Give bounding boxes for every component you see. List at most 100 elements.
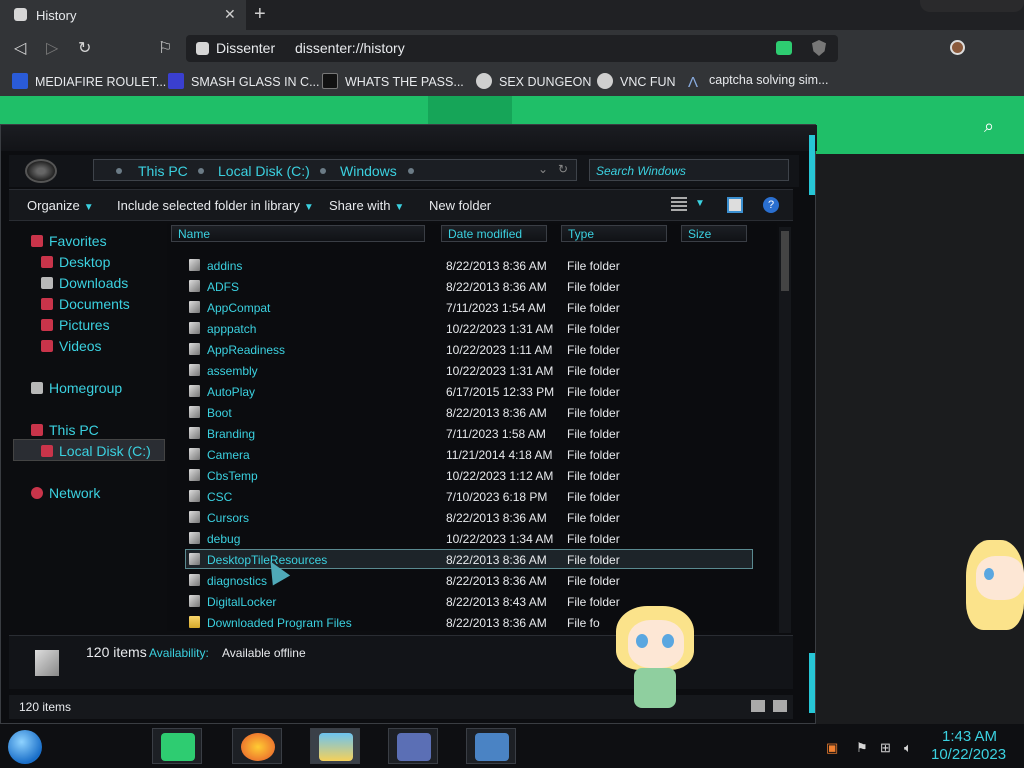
taskbar-app-two[interactable] xyxy=(466,728,516,764)
file-date-modified: 7/11/2023 1:58 AM xyxy=(446,427,546,441)
breadcrumb-separator-icon xyxy=(116,168,122,174)
avatar[interactable] xyxy=(950,40,965,55)
forward-icon[interactable]: ▷ xyxy=(46,38,58,58)
organize-button[interactable]: Organize ▼ xyxy=(27,198,94,213)
site-icon xyxy=(196,42,209,55)
reload-icon[interactable]: ↻ xyxy=(78,38,91,58)
taskbar-firefox[interactable] xyxy=(232,728,282,764)
navigation-bar: ◁ ▷ ↻ ⚐ Dissenter dissenter://history ☰ xyxy=(0,30,1024,87)
back-orb-icon[interactable] xyxy=(25,159,57,183)
nav-homegroup[interactable]: Homegroup xyxy=(31,380,122,396)
dissenter-extension-icon[interactable] xyxy=(776,41,792,55)
nav-local-disk[interactable]: Local Disk (C:) xyxy=(41,443,151,459)
file-type: File fo xyxy=(567,616,600,630)
explorer-address-bar[interactable]: This PC Local Disk (C:) Windows ⌄ ↻ xyxy=(93,159,577,181)
history-favicon-icon xyxy=(14,8,27,21)
table-row[interactable]: diagnostics 8/22/2013 8:36 AM File folder xyxy=(167,570,777,591)
table-row[interactable]: CbsTemp 10/22/2023 1:12 AM File folder xyxy=(167,465,777,486)
clock-date[interactable]: 10/22/2023 xyxy=(931,746,1006,763)
file-name: diagnostics xyxy=(207,574,268,588)
bookmark-mediafire[interactable]: MEDIAFIRE ROULET... xyxy=(12,73,166,89)
shield-icon[interactable] xyxy=(812,40,826,56)
nav-favorites[interactable]: Favorites xyxy=(31,233,107,249)
address-bar[interactable]: Dissenter dissenter://history xyxy=(186,35,838,62)
nav-network[interactable]: Network xyxy=(31,485,100,501)
file-name: ADFS xyxy=(207,280,240,294)
tab-history[interactable]: History ✕ xyxy=(0,0,246,30)
table-row[interactable]: ADFS 8/22/2013 8:36 AM File folder xyxy=(167,276,777,297)
details-view-icon[interactable] xyxy=(751,700,765,712)
help-icon[interactable]: ? xyxy=(763,197,779,213)
new-folder-button[interactable]: New folder xyxy=(429,198,491,213)
nav-downloads[interactable]: Downloads xyxy=(41,275,128,291)
table-row[interactable]: Boot 8/22/2013 8:36 AM File folder xyxy=(167,402,777,423)
column-size[interactable]: Size xyxy=(681,225,747,242)
table-row[interactable]: DesktopTileResources 8/22/2013 8:36 AM Fil… xyxy=(167,549,777,570)
breadcrumb-this-pc[interactable]: This PC xyxy=(138,163,188,179)
nav-documents[interactable]: Documents xyxy=(41,296,130,312)
taskbar-explorer[interactable] xyxy=(310,728,360,764)
scroll-thumb[interactable] xyxy=(781,231,789,291)
tab-bar: History ✕ + xyxy=(0,0,1024,30)
table-row[interactable]: AutoPlay 6/17/2015 12:33 PM File folder xyxy=(167,381,777,402)
clock-time[interactable]: 1:43 AM xyxy=(942,728,997,745)
bookmarks-bar: MEDIAFIRE ROULET... SMASH GLASS IN C... … xyxy=(0,66,1024,96)
bookmark-captcha[interactable]: Λcaptcha solving sim... xyxy=(688,73,829,91)
table-row[interactable]: Camera 11/21/2014 4:18 AM File folder xyxy=(167,444,777,465)
table-row[interactable]: addins 8/22/2013 8:36 AM File folder xyxy=(167,255,777,276)
refresh-icon[interactable]: ↻ xyxy=(558,162,568,176)
chevron-down-icon[interactable]: ⌄ xyxy=(538,162,548,176)
column-type[interactable]: Type xyxy=(561,225,667,242)
network-tray-icon[interactable]: ⊞ xyxy=(880,740,891,756)
include-in-library-button[interactable]: Include selected folder in library ▼ xyxy=(117,198,314,213)
folder-icon xyxy=(189,469,200,481)
bookmark-whats-the-pass[interactable]: WHATS THE PASS... xyxy=(322,73,464,89)
tray-app-icon[interactable]: ▣ xyxy=(826,740,838,756)
close-tab-icon[interactable]: ✕ xyxy=(224,6,236,23)
file-type: File folder xyxy=(567,469,620,483)
column-name[interactable]: Name xyxy=(171,225,425,242)
file-date-modified: 10/22/2023 1:11 AM xyxy=(446,343,553,357)
column-date-modified[interactable]: Date modified xyxy=(441,225,547,242)
table-row[interactable]: assembly 10/22/2023 1:31 AM File folder xyxy=(167,360,777,381)
flag-icon[interactable]: ⚑ xyxy=(856,740,868,756)
nav-videos[interactable]: Videos xyxy=(41,338,102,354)
tiles-view-icon[interactable] xyxy=(773,700,787,712)
table-row[interactable]: apppatch 10/22/2023 1:31 AM File folder xyxy=(167,318,777,339)
bookmark-icon[interactable]: ⚐ xyxy=(158,38,172,58)
bookmark-sex-dungeon[interactable]: SEX DUNGEON xyxy=(476,73,591,89)
table-row[interactable]: Branding 7/11/2023 1:58 AM File folder xyxy=(167,423,777,444)
taskbar-dissenter[interactable] xyxy=(152,728,202,764)
new-tab-icon[interactable]: + xyxy=(254,3,266,26)
preview-pane-icon[interactable] xyxy=(727,197,743,213)
share-with-button[interactable]: Share with ▼ xyxy=(329,198,404,213)
search-windows-input[interactable]: Search Windows xyxy=(589,159,789,181)
breadcrumb-separator-icon xyxy=(408,168,414,174)
file-type: File folder xyxy=(567,553,620,567)
chevron-down-icon: ▼ xyxy=(303,202,314,213)
file-name: Downloaded Program Files xyxy=(207,616,352,630)
vertical-scrollbar[interactable] xyxy=(779,227,791,633)
breadcrumb-windows[interactable]: Windows xyxy=(340,163,397,179)
bookmark-smash-glass[interactable]: SMASH GLASS IN C... xyxy=(168,73,320,89)
table-row[interactable]: Cursors 8/22/2013 8:36 AM File folder xyxy=(167,507,777,528)
table-row[interactable]: AppReadiness 10/22/2023 1:11 AM File folde… xyxy=(167,339,777,360)
nav-this-pc[interactable]: This PC xyxy=(31,422,99,438)
view-options-icon[interactable] xyxy=(671,197,687,213)
breadcrumb-local-disk[interactable]: Local Disk (C:) xyxy=(218,163,310,179)
search-icon[interactable]: ⌕ xyxy=(984,116,994,137)
file-date-modified: 10/22/2023 1:34 AM xyxy=(446,532,554,546)
start-button[interactable] xyxy=(8,730,42,764)
nav-pictures[interactable]: Pictures xyxy=(41,317,110,333)
volume-icon[interactable]: 🔈︎ xyxy=(904,740,912,756)
table-row[interactable]: debug 10/22/2023 1:34 AM File folder xyxy=(167,528,777,549)
table-row[interactable]: AppCompat 7/11/2023 1:54 AM File folder xyxy=(167,297,777,318)
nav-desktop[interactable]: Desktop xyxy=(41,254,110,270)
taskbar-app-one[interactable] xyxy=(388,728,438,764)
table-row[interactable]: CSC 7/10/2023 6:18 PM File folder xyxy=(167,486,777,507)
chevron-down-icon[interactable]: ▼ xyxy=(695,198,705,209)
bookmark-vnc-fun[interactable]: VNC FUN xyxy=(597,73,676,89)
back-icon[interactable]: ◁ xyxy=(14,38,26,58)
history-page-tab[interactable] xyxy=(428,96,512,126)
tab-title: History xyxy=(36,8,77,23)
